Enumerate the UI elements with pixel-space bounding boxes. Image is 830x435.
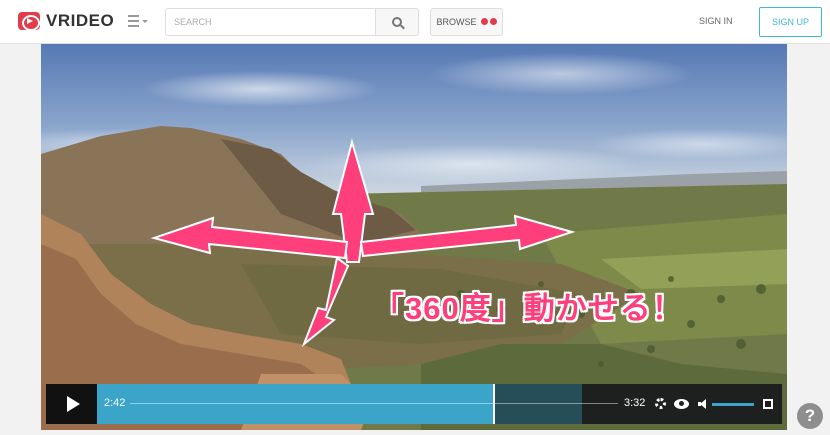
progress-bar-fill[interactable] — [97, 384, 494, 424]
progress-track[interactable] — [130, 403, 618, 404]
video-viewport[interactable] — [41, 44, 787, 430]
help-button[interactable]: ? — [797, 403, 823, 429]
menu-icon[interactable] — [128, 15, 148, 29]
direction-arrows — [150, 138, 576, 348]
search-icon — [392, 17, 402, 27]
arrow-left-icon — [150, 216, 349, 260]
360-caption: 「360度」動かせる！ — [373, 291, 684, 326]
sign-in-link[interactable]: SIGN IN — [699, 16, 733, 26]
buffered-bar — [494, 384, 582, 424]
gear-icon[interactable] — [655, 398, 666, 409]
logo-icon — [18, 12, 40, 31]
browse-button[interactable]: BROWSE — [430, 8, 503, 36]
fullscreen-icon[interactable] — [763, 399, 773, 409]
volume-fill — [712, 403, 754, 406]
top-navigation-bar: VRIDEO SEARCH BROWSE SIGN IN SIGN UP — [0, 0, 830, 44]
current-time: 2:42 — [104, 397, 126, 409]
binoculars-icon — [480, 18, 497, 26]
total-time: 3:32 — [624, 397, 646, 409]
volume-slider[interactable] — [712, 403, 754, 406]
eye-icon[interactable] — [674, 399, 689, 409]
speaker-icon[interactable] — [698, 399, 708, 409]
play-button[interactable] — [46, 384, 97, 424]
player-controls: 2:42 3:32 — [46, 384, 782, 424]
progress-playhead[interactable] — [493, 384, 495, 424]
vrideo-logo[interactable]: VRIDEO — [18, 11, 114, 31]
search-button[interactable] — [375, 8, 419, 36]
sign-up-button[interactable]: SIGN UP — [759, 7, 822, 37]
search-input[interactable]: SEARCH — [165, 8, 376, 36]
browse-label: BROWSE — [436, 17, 477, 27]
arrow-down-icon — [301, 256, 350, 348]
logo-text: VRIDEO — [46, 11, 115, 30]
arrow-right-icon — [359, 214, 576, 258]
